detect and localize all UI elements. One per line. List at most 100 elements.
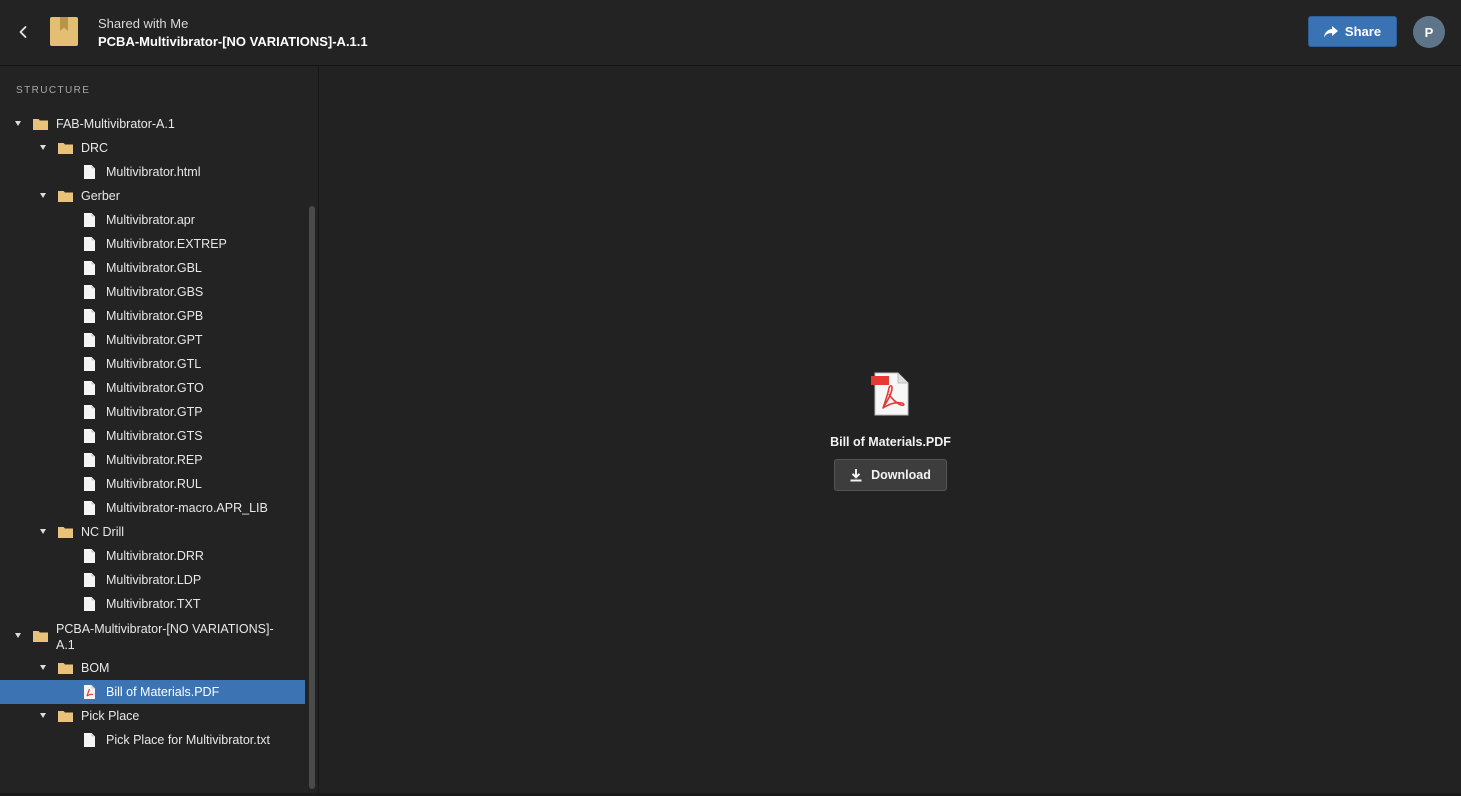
download-button[interactable]: Download [834,459,947,491]
tree-item-label: Multivibrator.TXT [106,597,201,611]
tree-item-label: Multivibrator.GPB [106,309,204,323]
folder-icon [33,631,48,642]
file-icon [84,733,95,747]
breadcrumb[interactable]: Shared with Me [98,16,188,31]
tree-item-label: Multivibrator.GTO [106,381,204,395]
tree-folder-item[interactable]: NC Drill [0,520,305,544]
back-button[interactable] [14,22,32,42]
tree-item-label: Multivibrator.REP [106,453,203,467]
sidebar-heading: STRUCTURE [16,85,91,96]
file-icon [84,285,95,299]
tree-item-label: Bill of Materials.PDF [106,685,220,699]
file-icon [84,357,95,371]
folder-icon [58,663,73,674]
share-arrow-icon [1323,25,1338,37]
tree-file-item[interactable]: Multivibrator-macro.APR_LIB [0,496,305,520]
tree-file-item[interactable]: Multivibrator.html [0,160,305,184]
file-icon [84,213,95,227]
caret-down-icon[interactable] [40,145,46,150]
file-tree: FAB-Multivibrator-A.1 DRC Multivibrator.ht… [0,112,305,752]
tree-file-item[interactable]: Multivibrator.apr [0,208,305,232]
file-icon [84,501,95,515]
share-button[interactable]: Share [1308,16,1397,47]
file-icon [84,381,95,395]
file-icon [84,333,95,347]
page-title: PCBA-Multivibrator-[NO VARIATIONS]-A.1.1 [98,34,368,49]
preview-file-name: Bill of Materials.PDF [830,435,951,449]
tree-folder-item[interactable]: FAB-Multivibrator-A.1 [0,112,305,136]
tree-item-label: Multivibrator.GTP [106,405,203,419]
caret-down-icon[interactable] [40,193,46,198]
caret-down-icon[interactable] [15,633,21,638]
tree-file-item[interactable]: Multivibrator.GTP [0,400,305,424]
tree-file-item[interactable]: Multivibrator.GTL [0,352,305,376]
file-icon [84,453,95,467]
avatar[interactable]: P [1413,16,1445,48]
file-icon [84,261,95,275]
tree-item-label: Multivibrator.apr [106,213,195,227]
tree-folder-item[interactable]: Pick Place [0,704,305,728]
tree-item-label: Multivibrator.EXTREP [106,237,227,251]
tree-file-item[interactable]: Multivibrator.REP [0,448,305,472]
file-icon [84,429,95,443]
tree-file-item[interactable]: Bill of Materials.PDF [0,680,305,704]
file-icon [84,237,95,251]
bookmark-folder-icon [50,17,78,46]
folder-icon [58,143,73,154]
tree-item-label: BOM [81,661,110,675]
download-button-label: Download [871,468,931,482]
tree-item-label: Pick Place [81,709,140,723]
tree-file-item[interactable]: Multivibrator.TXT [0,592,305,616]
sidebar-scrollbar[interactable] [309,206,315,789]
caret-down-icon[interactable] [40,665,46,670]
download-icon [850,468,862,481]
tree-item-label: Pick Place for Multivibrator.txt [106,733,270,747]
tree-item-label: Multivibrator.GTS [106,429,203,443]
file-icon [84,477,95,491]
tree-item-label: Multivibrator.DRR [106,549,204,563]
file-icon [84,309,95,323]
chevron-left-icon [19,26,27,38]
tree-item-label: Multivibrator.GTL [106,357,202,371]
tree-item-label: Multivibrator.html [106,165,201,179]
tree-file-item[interactable]: Multivibrator.GBS [0,280,305,304]
tree-file-item[interactable]: Multivibrator.DRR [0,544,305,568]
tree-item-label: Multivibrator.LDP [106,573,202,587]
tree-item-label: Multivibrator-macro.APR_LIB [106,501,268,515]
tree-file-item[interactable]: Multivibrator.GPT [0,328,305,352]
tree-file-item[interactable]: Multivibrator.RUL [0,472,305,496]
tree-folder-item[interactable]: BOM [0,656,305,680]
tree-folder-item[interactable]: PCBA-Multivibrator-[NO VARIATIONS]-A.1 [0,616,305,656]
tree-item-label: PCBA-Multivibrator-[NO VARIATIONS]-A.1 [56,622,274,652]
folder-icon [58,711,73,722]
folder-icon [58,527,73,538]
file-icon [84,549,95,563]
tree-folder-item[interactable]: DRC [0,136,305,160]
tree-file-item[interactable]: Multivibrator.GBL [0,256,305,280]
folder-icon [58,191,73,202]
tree-file-item[interactable]: Multivibrator.GTS [0,424,305,448]
tree-item-label: Multivibrator.GBS [106,285,204,299]
tree-file-item[interactable]: Multivibrator.EXTREP [0,232,305,256]
pdf-file-icon [871,372,909,416]
file-icon [84,573,95,587]
structure-sidebar: STRUCTURE FAB-Multivibrator-A.1 DRC Multiv… [0,67,319,793]
file-icon [84,597,95,611]
tree-item-label: NC Drill [81,525,125,539]
caret-down-icon[interactable] [15,121,21,126]
file-icon [84,405,95,419]
pdf-file-icon [84,685,95,699]
folder-icon [33,119,48,130]
share-button-label: Share [1344,24,1382,39]
tree-file-item[interactable]: Multivibrator.GTO [0,376,305,400]
tree-item-label: Multivibrator.GBL [106,261,202,275]
tree-item-label: Multivibrator.RUL [106,477,202,491]
tree-file-item[interactable]: Multivibrator.LDP [0,568,305,592]
tree-item-label: DRC [81,141,109,155]
caret-down-icon[interactable] [40,713,46,718]
tree-file-item[interactable]: Pick Place for Multivibrator.txt [0,728,305,752]
caret-down-icon[interactable] [40,529,46,534]
tree-file-item[interactable]: Multivibrator.GPB [0,304,305,328]
tree-item-label: Gerber [81,189,120,203]
tree-folder-item[interactable]: Gerber [0,184,305,208]
